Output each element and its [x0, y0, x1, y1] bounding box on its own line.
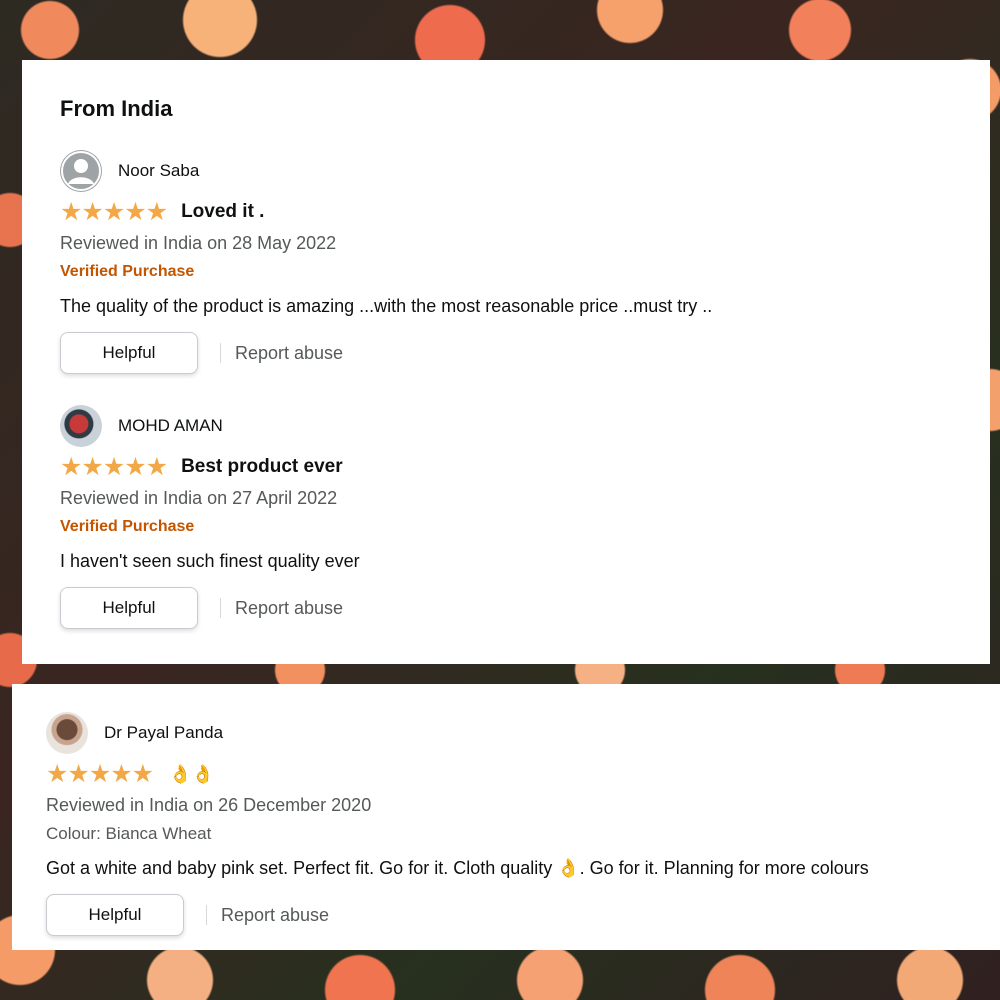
helpful-button[interactable]: Helpful [60, 587, 198, 629]
report-abuse-link[interactable]: Report abuse [235, 598, 343, 619]
helpful-button[interactable]: Helpful [46, 894, 184, 936]
star-rating[interactable]: ★★★★★ [60, 199, 168, 225]
action-divider [220, 343, 221, 363]
review-item: MOHD AMAN ★★★★★ Best product ever Review… [60, 405, 952, 645]
action-divider [220, 598, 221, 618]
reviewer-profile[interactable]: Noor Saba [60, 150, 952, 192]
product-variant: Colour: Bianca Wheat [46, 824, 212, 843]
verified-purchase-badge: Verified Purchase [60, 263, 195, 280]
star-rating[interactable]: ★★★★★ [60, 454, 168, 480]
report-abuse-link[interactable]: Report abuse [221, 905, 329, 926]
review-card-standalone: Dr Payal Panda ★★★★★ 👌👌 Reviewed in Indi… [12, 684, 1000, 950]
review-body: The quality of the product is amazing ..… [60, 296, 713, 316]
action-divider [206, 905, 207, 925]
review-item: Dr Payal Panda ★★★★★ 👌👌 Reviewed in Indi… [46, 712, 966, 936]
reviewer-avatar [60, 405, 102, 447]
review-body: Got a white and baby pink set. Perfect f… [46, 858, 869, 878]
review-date: Reviewed in India on 28 May 2022 [60, 233, 337, 253]
review-date: Reviewed in India on 26 December 2020 [46, 795, 372, 815]
reviewer-name: Noor Saba [118, 161, 200, 180]
reviewer-name: MOHD AMAN [118, 416, 223, 435]
default-avatar-icon [60, 150, 102, 192]
review-body: I haven't seen such finest quality ever [60, 551, 360, 571]
review-title[interactable]: Best product ever [181, 456, 343, 478]
star-rating[interactable]: ★★★★★ [46, 761, 154, 787]
review-title[interactable]: Loved it . [181, 201, 264, 223]
reviews-card: From India Noor Saba ★★★★★ Loved it . Re… [22, 60, 990, 664]
review-item: Noor Saba ★★★★★ Loved it . Reviewed in I… [60, 150, 952, 405]
report-abuse-link[interactable]: Report abuse [235, 343, 343, 364]
reviewer-name: Dr Payal Panda [104, 723, 224, 742]
reviewer-profile[interactable]: Dr Payal Panda [46, 712, 966, 754]
verified-purchase-badge: Verified Purchase [60, 518, 195, 535]
reviewer-profile[interactable]: MOHD AMAN [60, 405, 952, 447]
reviewer-avatar [46, 712, 88, 754]
helpful-button[interactable]: Helpful [60, 332, 198, 374]
section-title: From India [60, 96, 173, 121]
ok-hand-icon[interactable]: 👌👌 [169, 764, 214, 785]
review-date: Reviewed in India on 27 April 2022 [60, 488, 338, 508]
